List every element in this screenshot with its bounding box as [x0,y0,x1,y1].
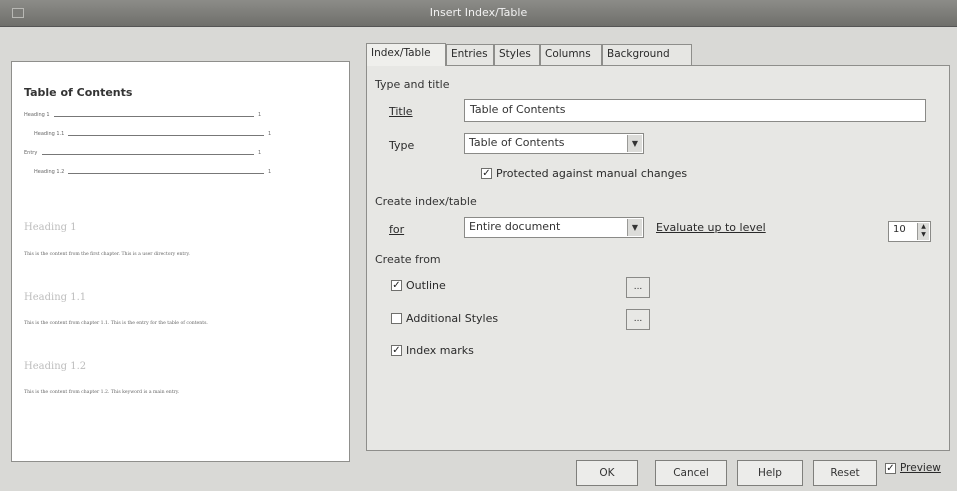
scope-select[interactable]: Entire document ▼ [464,217,644,238]
preview-toc-entry: Heading 1.2 1 [34,169,272,175]
preview-toc-entry: Entry 1 [24,150,262,156]
title-label: Title [389,105,413,118]
preview-section-body: This is the content from the first chapt… [24,252,190,257]
help-button[interactable]: Help [737,460,803,486]
scope-select-value: Entire document [469,220,561,233]
index-table-panel [366,65,950,451]
preview-toc-heading: Table of Contents [24,86,133,99]
type-select-value: Table of Contents [469,136,565,149]
tab-columns[interactable]: Columns [540,44,602,65]
preview-section-heading: Heading 1 [24,222,77,233]
type-and-title-label: Type and title [375,78,450,91]
tab-entries[interactable]: Entries [446,44,494,65]
for-label: for [389,223,405,236]
spinner-down-icon[interactable]: ▼ [918,231,929,239]
preview-label: Preview [900,462,941,474]
chevron-down-icon: ▼ [627,135,642,152]
chevron-down-icon: ▼ [627,219,642,236]
protected-checkbox[interactable]: ✓ [481,168,492,179]
tab-index-table[interactable]: Index/Table [366,43,446,66]
level-value: 10 [893,224,906,235]
index-marks-label: Index marks [406,344,474,357]
level-spinner[interactable]: 10 ▲ ▼ [888,221,931,242]
index-marks-checkbox[interactable]: ✓ [391,345,402,356]
preview-toc-entry: Heading 1 1 [24,112,262,118]
evaluate-level-label: Evaluate up to level [656,221,766,234]
preview-checkbox[interactable]: ✓ [885,463,896,474]
outline-label: Outline [406,279,446,292]
create-from-label: Create from [375,253,441,266]
spinner-arrows[interactable]: ▲ ▼ [917,223,929,240]
additional-styles-button[interactable]: ... [626,309,650,330]
preview-section-body: This is the content from chapter 1.1. Th… [24,321,208,326]
outline-options-button[interactable]: ... [626,277,650,298]
preview-toc-entry: Heading 1.1 1 [34,131,272,137]
title-input[interactable]: Table of Contents [464,99,926,122]
window-title: Insert Index/Table [429,6,528,19]
preview-pane: Table of Contents Heading 1 1 Heading 1.… [11,61,350,462]
cancel-button[interactable]: Cancel [655,460,727,486]
tab-styles[interactable]: Styles [494,44,540,65]
additional-styles-checkbox[interactable] [391,313,402,324]
reset-button[interactable]: Reset [813,460,877,486]
type-select[interactable]: Table of Contents ▼ [464,133,644,154]
create-index-label: Create index/table [375,195,477,208]
outline-checkbox[interactable]: ✓ [391,280,402,291]
protected-label: Protected against manual changes [496,167,688,180]
additional-styles-label: Additional Styles [406,312,499,325]
spinner-up-icon[interactable]: ▲ [918,223,929,231]
ok-button[interactable]: OK [576,460,638,486]
window-titlebar: Insert Index/Table [0,0,957,27]
type-label: Type [389,139,415,152]
preview-section-heading: Heading 1.2 [24,361,87,372]
preview-section-body: This is the content from chapter 1.2. Th… [24,390,180,395]
tab-background[interactable]: Background [602,44,692,65]
preview-section-heading: Heading 1.1 [24,292,87,303]
